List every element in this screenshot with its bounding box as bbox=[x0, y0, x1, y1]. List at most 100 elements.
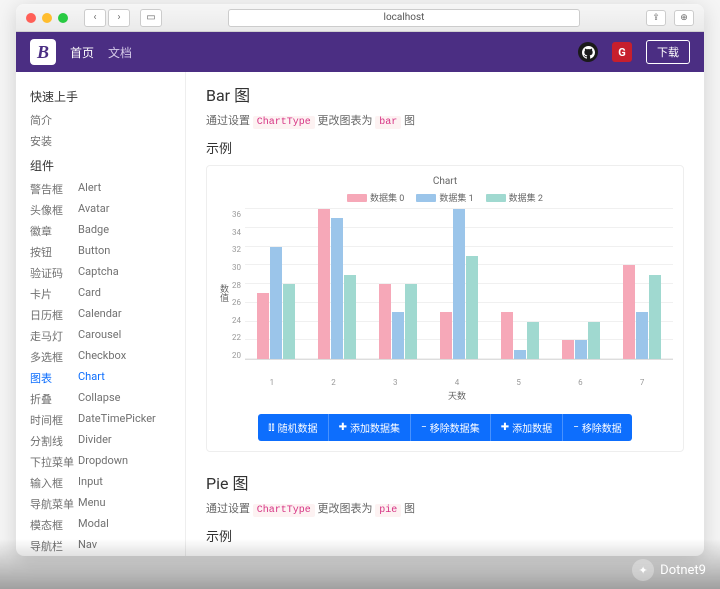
nav-home[interactable]: 首页 bbox=[70, 44, 94, 61]
github-icon[interactable] bbox=[578, 42, 598, 62]
sidebar-toggle-icon[interactable]: ▭ bbox=[140, 9, 162, 27]
sidebar-item-collapse[interactable]: 折叠Collapse bbox=[30, 388, 185, 409]
sidebar-item-captcha[interactable]: 验证码Captcha bbox=[30, 262, 185, 283]
minus-icon: − bbox=[573, 422, 579, 433]
chart-container: Chart 数据集 0 数据集 1 数据集 2 数值 363432302826242… bbox=[206, 165, 684, 452]
bar[interactable] bbox=[527, 322, 539, 360]
bar-group bbox=[623, 265, 661, 359]
sidebar-item-checkbox[interactable]: 多选框Checkbox bbox=[30, 346, 185, 367]
share-icon[interactable]: ⇪ bbox=[646, 10, 666, 26]
chart-bars bbox=[245, 210, 673, 360]
sidebar-item-datetimepicker[interactable]: 时间框DateTimePicker bbox=[30, 409, 185, 430]
forward-button[interactable]: › bbox=[108, 9, 130, 27]
bar[interactable] bbox=[257, 293, 269, 359]
app-header: B 首页 文档 G 下载 bbox=[16, 32, 704, 72]
section-title-bar: Bar 图 bbox=[206, 82, 684, 106]
bar[interactable] bbox=[405, 284, 417, 359]
bar-group bbox=[318, 209, 356, 359]
chart-toolbar: ⫾⫾随机数据 ✚添加数据集 −移除数据集 ✚添加数据 −移除数据 bbox=[217, 414, 673, 441]
bar[interactable] bbox=[575, 340, 587, 359]
sidebar-item-alert[interactable]: 警告框Alert bbox=[30, 178, 185, 199]
plus-icon: ✚ bbox=[501, 422, 509, 433]
bar-group bbox=[562, 322, 600, 360]
bar[interactable] bbox=[453, 209, 465, 359]
tabs-icon[interactable]: ⊕ bbox=[674, 10, 694, 26]
bar[interactable] bbox=[636, 312, 648, 359]
code-token: ChartType bbox=[253, 116, 315, 129]
sidebar-item-dropdown[interactable]: 下拉菜单Dropdown bbox=[30, 451, 185, 472]
sidebar-item[interactable]: 简介 bbox=[30, 109, 185, 130]
bar[interactable] bbox=[344, 275, 356, 359]
bar[interactable] bbox=[623, 265, 635, 359]
sidebar-item-modal[interactable]: 模态框Modal bbox=[30, 514, 185, 535]
close-window-icon[interactable] bbox=[26, 13, 36, 23]
bar[interactable] bbox=[440, 312, 452, 359]
add-data-button[interactable]: ✚添加数据 bbox=[491, 414, 563, 441]
sidebar-item-card[interactable]: 卡片Card bbox=[30, 283, 185, 304]
sidebar-item-divider[interactable]: 分割线Divider bbox=[30, 430, 185, 451]
x-axis: 1234567 bbox=[241, 378, 673, 387]
wechat-icon: ✦ bbox=[632, 559, 654, 581]
minus-icon: − bbox=[421, 422, 427, 433]
bar[interactable] bbox=[283, 284, 295, 359]
legend-item[interactable]: 数据集 0 bbox=[347, 191, 404, 204]
sidebar-category: 快速上手 bbox=[30, 88, 185, 105]
chart-legend: 数据集 0 数据集 1 数据集 2 bbox=[217, 191, 673, 204]
section-desc: 通过设置 ChartType 更改图表为 bar 图 bbox=[206, 112, 684, 128]
bar[interactable] bbox=[331, 218, 343, 359]
logo-icon[interactable]: B bbox=[30, 39, 56, 65]
y-axis: 363432302826242220 bbox=[232, 210, 245, 360]
sidebar-item[interactable]: 安装 bbox=[30, 130, 185, 151]
bar[interactable] bbox=[514, 350, 526, 359]
back-button[interactable]: ‹ bbox=[84, 9, 106, 27]
watermark: ✦ Dotnet9 bbox=[632, 559, 706, 581]
bar[interactable] bbox=[392, 312, 404, 359]
legend-item[interactable]: 数据集 2 bbox=[486, 191, 543, 204]
legend-item[interactable]: 数据集 1 bbox=[416, 191, 473, 204]
gitee-icon[interactable]: G bbox=[612, 42, 632, 62]
x-axis-label: 天数 bbox=[241, 389, 673, 402]
remove-data-button[interactable]: −移除数据 bbox=[563, 414, 632, 441]
sidebar-item-input[interactable]: 输入框Input bbox=[30, 472, 185, 493]
sidebar-item-chart[interactable]: 图表Chart bbox=[30, 367, 185, 388]
example-heading: 示例 bbox=[206, 138, 684, 157]
sidebar-item-badge[interactable]: 徽章Badge bbox=[30, 220, 185, 241]
random-data-button[interactable]: ⫾⫾随机数据 bbox=[258, 414, 328, 441]
bar-group bbox=[379, 284, 417, 359]
chart-icon: ⫾⫾ bbox=[268, 422, 274, 433]
maximize-window-icon[interactable] bbox=[58, 13, 68, 23]
remove-dataset-button[interactable]: −移除数据集 bbox=[411, 414, 491, 441]
sidebar-category: 组件 bbox=[30, 157, 185, 174]
bar[interactable] bbox=[318, 209, 330, 359]
sidebar-item-calendar[interactable]: 日历框Calendar bbox=[30, 304, 185, 325]
code-token: bar bbox=[375, 116, 401, 129]
chart-title: Chart bbox=[217, 176, 673, 187]
minimize-window-icon[interactable] bbox=[42, 13, 52, 23]
sidebar-item-menu[interactable]: 导航菜单Menu bbox=[30, 493, 185, 514]
section-desc: 通过设置 ChartType 更改图表为 pie 图 bbox=[206, 500, 684, 516]
download-button[interactable]: 下载 bbox=[646, 40, 690, 64]
bar[interactable] bbox=[379, 284, 391, 359]
main-content: Bar 图 通过设置 ChartType 更改图表为 bar 图 示例 Char… bbox=[186, 72, 704, 556]
bar-group bbox=[257, 247, 295, 360]
add-dataset-button[interactable]: ✚添加数据集 bbox=[329, 414, 411, 441]
url-bar[interactable]: localhost bbox=[228, 9, 580, 27]
browser-titlebar: ‹ › ▭ localhost ⇪ ⊕ bbox=[16, 4, 704, 32]
bar[interactable] bbox=[588, 322, 600, 360]
bar[interactable] bbox=[649, 275, 661, 359]
code-token: ChartType bbox=[253, 504, 315, 517]
sidebar-item-avatar[interactable]: 头像框Avatar bbox=[30, 199, 185, 220]
code-token: pie bbox=[375, 504, 401, 517]
bar[interactable] bbox=[270, 247, 282, 360]
sidebar: 快速上手 简介安装 组件 警告框Alert头像框Avatar徽章Badge按钮B… bbox=[16, 72, 186, 556]
bar[interactable] bbox=[562, 340, 574, 359]
nav-docs[interactable]: 文档 bbox=[108, 44, 132, 61]
y-axis-label: 数值 bbox=[217, 284, 230, 302]
section-title-pie: Pie 图 bbox=[206, 470, 684, 494]
sidebar-item-carousel[interactable]: 走马灯Carousel bbox=[30, 325, 185, 346]
bar[interactable] bbox=[466, 256, 478, 359]
sidebar-item-button[interactable]: 按钮Button bbox=[30, 241, 185, 262]
bar-group bbox=[501, 312, 539, 359]
bar[interactable] bbox=[501, 312, 513, 359]
plus-icon: ✚ bbox=[339, 422, 347, 433]
